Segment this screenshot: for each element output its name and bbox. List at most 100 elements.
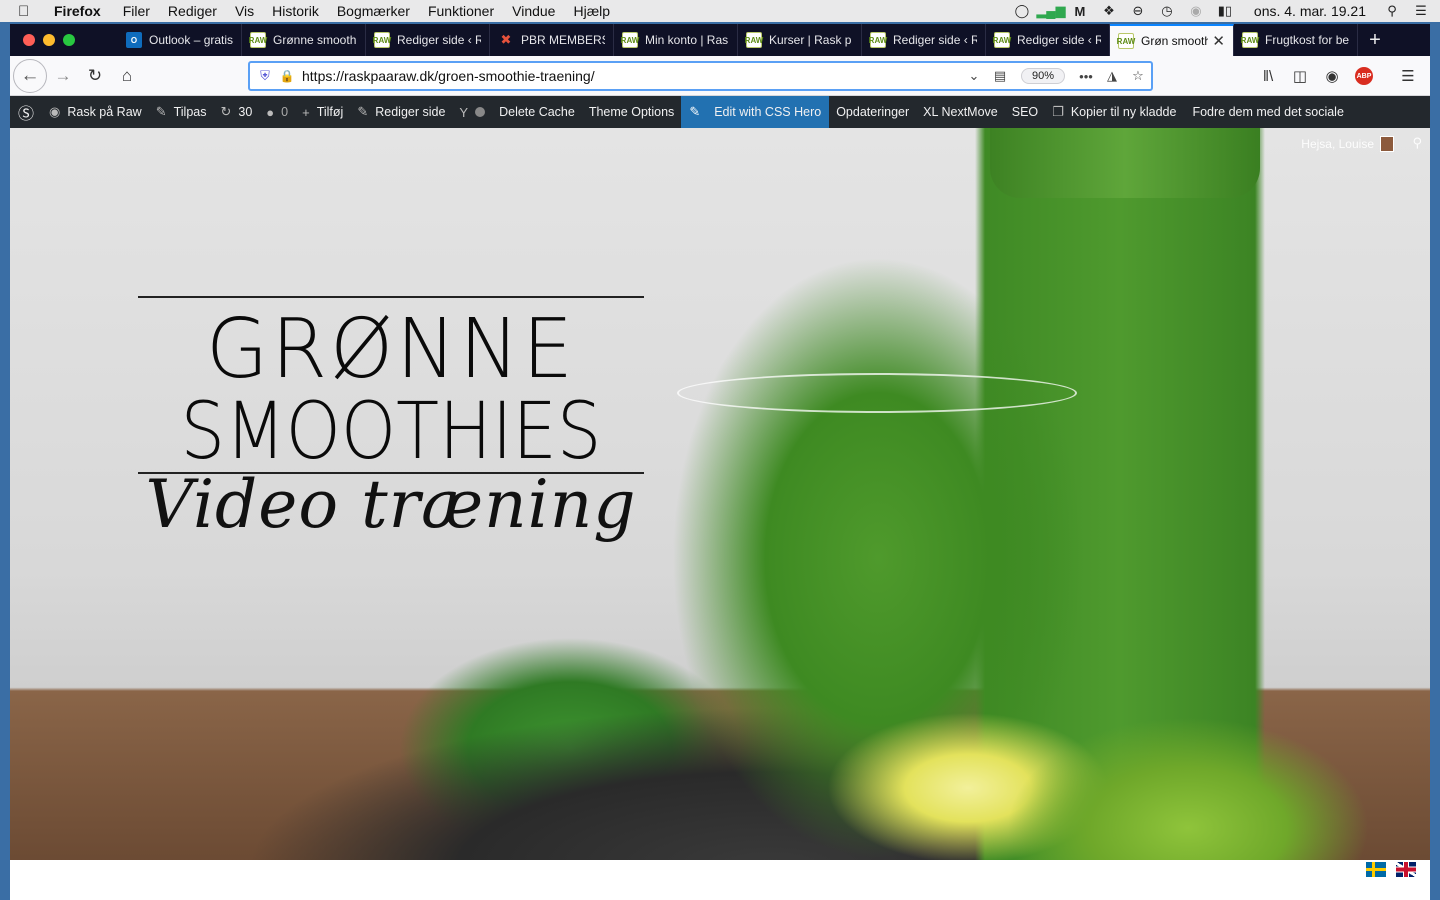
admin-nextmove[interactable]: XL NextMove bbox=[916, 96, 1005, 128]
tracking-protection-icon[interactable]: ⛨ bbox=[252, 68, 278, 84]
user-greeting[interactable]: Hejsa, Louise bbox=[1301, 136, 1394, 152]
apple-icon[interactable]:  bbox=[18, 3, 40, 20]
tab-frugtkost[interactable]: RAW Frugtkost for be bbox=[1234, 24, 1358, 56]
wordpress-logo-icon[interactable]: Ⓢ bbox=[10, 96, 42, 128]
admin-opdateringer-label: Opdateringer bbox=[836, 105, 910, 119]
admin-css-hero[interactable]: ✎ Edit with CSS Hero bbox=[681, 96, 830, 128]
battery-icon[interactable]: ▮▯ bbox=[1215, 3, 1235, 19]
tab-title: Rediger side ‹ R bbox=[397, 33, 481, 47]
window-controls bbox=[10, 24, 118, 56]
sidebar-icon[interactable]: ◫ bbox=[1284, 60, 1316, 92]
page-footer bbox=[10, 860, 1430, 900]
pbr-icon: ✖ bbox=[500, 32, 512, 47]
home-button[interactable]: ⌂ bbox=[111, 60, 143, 92]
admin-copy-draft[interactable]: ❐ Kopier til ny kladde bbox=[1045, 96, 1183, 128]
library-icon[interactable]: ‖\ bbox=[1252, 60, 1284, 92]
admin-updates[interactable]: ↻ 30 bbox=[213, 96, 259, 128]
tab-title: Outlook – gratis bbox=[149, 33, 233, 47]
title-rule-top bbox=[138, 296, 644, 298]
reader-view-icon[interactable]: ▤ bbox=[987, 68, 1013, 84]
admin-opdateringer[interactable]: Opdateringer bbox=[829, 96, 916, 128]
admin-seo[interactable]: SEO bbox=[1005, 96, 1045, 128]
url-input[interactable] bbox=[296, 68, 961, 84]
admin-copy-draft-label: Kopier til ny kladde bbox=[1070, 105, 1177, 119]
creative-cloud-icon[interactable]: ◯ bbox=[1012, 3, 1032, 19]
dropbox-icon[interactable]: ❖ bbox=[1099, 3, 1119, 19]
menu-bogmaerker[interactable]: Bogmærker bbox=[337, 3, 410, 19]
menu-app-name[interactable]: Firefox bbox=[54, 3, 101, 19]
admin-comments[interactable]: ● 0 bbox=[259, 96, 295, 128]
menu-vindue[interactable]: Vindue bbox=[512, 3, 555, 19]
admin-yoast[interactable]: Y bbox=[452, 96, 492, 128]
menu-vis[interactable]: Vis bbox=[235, 3, 254, 19]
dashboard-icon: ◉ bbox=[49, 104, 61, 119]
menu-rediger[interactable]: Rediger bbox=[168, 3, 217, 19]
raw-icon: RAW bbox=[745, 32, 763, 48]
adblock-plus-icon[interactable]: ABP bbox=[1348, 60, 1380, 92]
new-tab-button[interactable]: + bbox=[1358, 24, 1392, 56]
signal-icon[interactable]: ▂▄▆ bbox=[1036, 3, 1065, 19]
page-actions-icon[interactable]: ••• bbox=[1073, 69, 1099, 84]
search-icon[interactable]: ⚲ bbox=[1412, 135, 1422, 151]
close-window-button[interactable] bbox=[23, 34, 35, 46]
hamburger-menu-icon[interactable]: ☰ bbox=[1392, 60, 1424, 92]
fullscreen-window-button[interactable] bbox=[63, 34, 75, 46]
admin-edit-page[interactable]: ✎ Rediger side bbox=[350, 96, 452, 128]
menu-filer[interactable]: Filer bbox=[123, 3, 150, 19]
raw-icon: RAW bbox=[373, 32, 391, 48]
address-bar[interactable]: ⛨ 🔒 ⌄ ▤ 90% ••• ◮ ☆ bbox=[248, 61, 1153, 91]
tab-groenne-smoothies[interactable]: RAW Grønne smoothies bbox=[242, 24, 366, 56]
admin-customize[interactable]: ✎ Tilpas bbox=[149, 96, 214, 128]
admin-comments-count: 0 bbox=[281, 105, 289, 119]
url-dropdown-icon[interactable]: ⌄ bbox=[961, 68, 987, 84]
time-machine-icon[interactable]: ◷ bbox=[1157, 3, 1177, 19]
do-not-disturb-icon[interactable]: ⊖ bbox=[1128, 3, 1148, 19]
brush-icon: ✎ bbox=[155, 104, 167, 119]
minimize-window-button[interactable] bbox=[43, 34, 55, 46]
admin-theme-options-label: Theme Options bbox=[588, 105, 675, 119]
navigation-toolbar: ← → ↻ ⌂ ⛨ 🔒 ⌄ ▤ 90% ••• ◮ ☆ ‖\ ◫ ◉ ABP ☰ bbox=[10, 56, 1430, 96]
tab-title: Grøn smoothie bbox=[1141, 34, 1208, 48]
back-button[interactable]: ← bbox=[13, 58, 47, 93]
menu-funktioner[interactable]: Funktioner bbox=[428, 3, 494, 19]
bookmark-star-icon[interactable]: ☆ bbox=[1125, 68, 1151, 84]
notification-center-icon[interactable]: ☰ bbox=[1411, 3, 1431, 19]
swedish-flag-icon[interactable] bbox=[1366, 862, 1386, 877]
uk-flag-icon[interactable] bbox=[1396, 862, 1416, 877]
tab-title: Grønne smoothies bbox=[273, 33, 357, 47]
menubar-clock[interactable]: ons. 4. mar. 19.21 bbox=[1254, 3, 1366, 19]
admin-new-content[interactable]: + Tilføj bbox=[295, 96, 350, 128]
lock-icon[interactable]: 🔒 bbox=[278, 69, 296, 83]
admin-social[interactable]: Fodre dem med det sociale bbox=[1185, 96, 1350, 128]
tab-rediger-side-1[interactable]: RAW Rediger side ‹ R bbox=[366, 24, 490, 56]
tab-kurser[interactable]: RAW Kurser | Rask p bbox=[738, 24, 862, 56]
tab-outlook[interactable]: O Outlook – gratis bbox=[118, 24, 242, 56]
admin-theme-options[interactable]: Theme Options bbox=[582, 96, 681, 128]
raw-icon: RAW bbox=[621, 32, 639, 48]
account-icon[interactable]: ◉ bbox=[1316, 60, 1348, 92]
reload-button[interactable]: ↻ bbox=[79, 60, 111, 92]
wifi-icon[interactable]: ◉ bbox=[1186, 3, 1206, 19]
pencil-icon: ✎ bbox=[689, 104, 701, 119]
copy-icon: ❐ bbox=[1052, 104, 1064, 119]
admin-delete-cache[interactable]: Delete Cache bbox=[492, 96, 582, 128]
forward-button[interactable]: → bbox=[47, 60, 79, 92]
malwarebytes-icon[interactable]: M bbox=[1070, 3, 1090, 19]
hero-image: Hejsa, Louise ⚲ GRØNNE SMOOTHIES Video t… bbox=[10, 128, 1430, 864]
menu-historik[interactable]: Historik bbox=[272, 3, 319, 19]
spotlight-search-icon[interactable]: ⚲ bbox=[1382, 3, 1402, 19]
plus-icon: + bbox=[302, 104, 310, 120]
tab-rediger-side-3[interactable]: RAW Rediger side ‹ R bbox=[986, 24, 1110, 56]
hero-title-block: GRØNNE SMOOTHIES Video træning bbox=[138, 296, 644, 543]
close-tab-icon[interactable]: ✕ bbox=[1212, 32, 1225, 50]
tab-pbr-members[interactable]: ✖ PBR MEMBERS bbox=[490, 24, 614, 56]
admin-seo-label: SEO bbox=[1011, 105, 1039, 119]
tab-groen-smoothie-active[interactable]: RAW Grøn smoothie ✕ bbox=[1110, 24, 1234, 56]
zoom-level-button[interactable]: 90% bbox=[1020, 68, 1065, 84]
admin-site-name[interactable]: ◉ Rask på Raw bbox=[42, 96, 149, 128]
hero-title-line1: GRØNNE bbox=[205, 302, 577, 397]
pocket-icon[interactable]: ◮ bbox=[1099, 68, 1125, 84]
menu-hjaelp[interactable]: Hjælp bbox=[573, 3, 610, 19]
tab-rediger-side-2[interactable]: RAW Rediger side ‹ R bbox=[862, 24, 986, 56]
tab-min-konto[interactable]: RAW Min konto | Ras bbox=[614, 24, 738, 56]
